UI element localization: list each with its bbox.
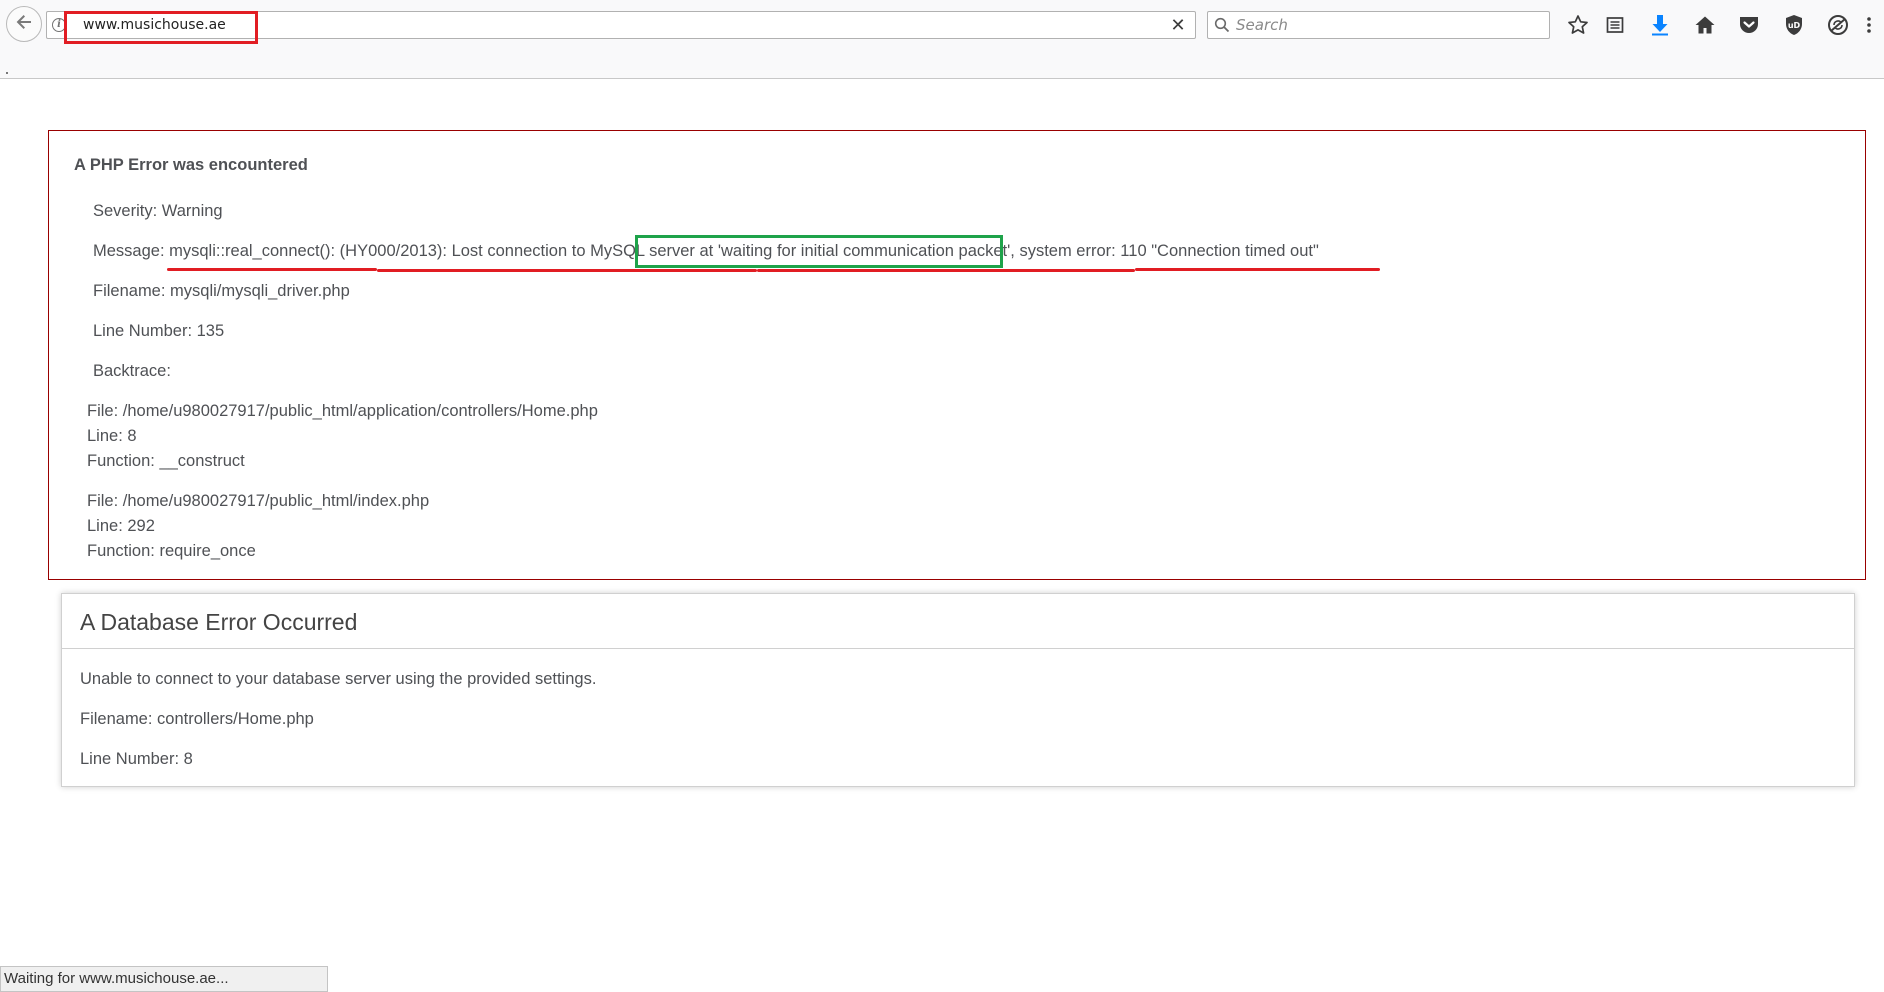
underline-annotation-4 <box>1135 268 1380 271</box>
filename-text: Filename: mysqli/mysqli_driver.php <box>93 282 350 300</box>
reading-list-icon[interactable] <box>1602 12 1628 38</box>
search-input[interactable] <box>1236 12 1536 38</box>
message-prefix: Message: <box>93 242 170 260</box>
database-error-filename: Filename: controllers/Home.php <box>80 710 314 728</box>
url-highlight-annotation <box>64 11 258 44</box>
home-icon[interactable] <box>1692 12 1718 38</box>
highlight-box-annotation <box>635 235 1003 268</box>
backtrace-function: Function: require_once <box>87 542 256 560</box>
underline-annotation-3 <box>757 269 1135 272</box>
backtrace-line: Line: 8 <box>87 427 137 445</box>
status-bar: Waiting for www.musichouse.ae... <box>0 966 328 992</box>
back-button[interactable] <box>6 6 42 42</box>
sync-icon[interactable] <box>1825 12 1851 38</box>
database-error-line-number: Line Number: 8 <box>80 750 193 768</box>
menu-icon[interactable] <box>1862 12 1876 38</box>
bookmark-star-icon[interactable] <box>1565 12 1591 38</box>
ublock-icon[interactable]: uD <box>1781 12 1807 38</box>
svg-text:uD: uD <box>1788 21 1801 30</box>
backtrace-file: File: /home/u980027917/public_html/appli… <box>87 402 598 420</box>
message-part2: , system error: 110 "Connection timed ou… <box>1010 242 1319 260</box>
back-arrow-icon <box>14 12 34 37</box>
browser-toolbar: i www.musichouse.ae ✕ uD <box>0 0 1884 79</box>
php-error-title: A PHP Error was encountered <box>74 156 308 174</box>
database-error-message: Unable to connect to your database serve… <box>80 670 597 688</box>
message-part1: mysqli::real_connect(): (HY000/2013): Lo… <box>169 242 650 260</box>
clear-icon[interactable]: ✕ <box>1167 14 1189 36</box>
underline-annotation-1 <box>167 268 377 271</box>
database-error-title: A Database Error Occurred <box>80 609 358 635</box>
backtrace-function: Function: __construct <box>87 452 245 470</box>
php-error-box: A PHP Error was encountered Severity: Wa… <box>48 130 1866 580</box>
search-icon <box>1214 17 1230 33</box>
database-error-panel: A Database Error Occurred Unable to conn… <box>61 593 1855 787</box>
backtrace-label: Backtrace: <box>93 362 171 380</box>
loading-indicator <box>6 72 8 74</box>
backtrace-line: Line: 292 <box>87 517 155 535</box>
database-error-header: A Database Error Occurred <box>62 594 1854 649</box>
line-number-text: Line Number: 135 <box>93 322 225 340</box>
pocket-icon[interactable] <box>1736 12 1762 38</box>
severity-text: Severity: Warning <box>93 202 223 220</box>
backtrace-file: File: /home/u980027917/public_html/index… <box>87 492 430 510</box>
download-icon[interactable] <box>1647 12 1673 38</box>
underline-annotation-2 <box>377 269 757 272</box>
search-bar[interactable] <box>1207 11 1550 39</box>
